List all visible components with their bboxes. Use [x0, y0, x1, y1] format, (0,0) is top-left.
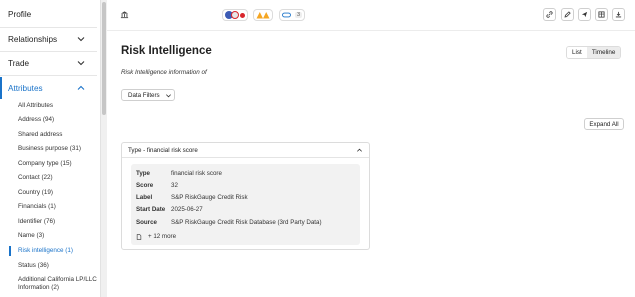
risk-card: Type - financial risk score Type financi…	[121, 142, 370, 250]
warnings-badge[interactable]	[253, 9, 273, 21]
sidebar-section-attributes[interactable]: Attributes	[0, 77, 97, 99]
risk-card-header[interactable]: Type - financial risk score	[122, 143, 369, 158]
page-title: Risk Intelligence	[121, 45, 212, 57]
detail-key: Label	[136, 194, 153, 201]
attribute-item-risk-intelligence[interactable]: Risk intelligence (1)	[18, 247, 98, 255]
show-more-label: + 12 more	[148, 233, 177, 240]
sidebar: Profile Relationships Trade Attributes A…	[0, 0, 97, 297]
detail-value: 2025-06-27	[171, 206, 203, 213]
links-count: 3	[294, 12, 303, 18]
country-flags-badge[interactable]	[222, 9, 248, 21]
sidebar-section-profile[interactable]: Profile	[0, 3, 97, 25]
detail-row: Score 32	[136, 182, 178, 189]
scrollbar-thumb[interactable]	[102, 2, 106, 115]
spreadsheet-icon	[598, 11, 605, 18]
attribute-item-identifier[interactable]: Identifier (76)	[18, 218, 98, 226]
divider	[107, 30, 635, 31]
attribute-item-status[interactable]: Status (36)	[18, 262, 98, 270]
download-button[interactable]	[612, 8, 625, 21]
attribute-item-name[interactable]: Name (3)	[18, 232, 98, 240]
attribute-item-company-type[interactable]: Company type (15)	[18, 160, 98, 168]
sidebar-section-relationships[interactable]: Relationships	[0, 28, 97, 50]
attribute-item-label: Additional California LP/LLC	[18, 276, 97, 283]
detail-value: S&P RiskGauge Credit Risk Database (3rd …	[171, 219, 322, 226]
sidebar-section-trade[interactable]: Trade	[0, 52, 97, 74]
edit-button[interactable]	[561, 8, 574, 21]
chevron-down-icon	[77, 61, 85, 66]
attribute-item-shared-address[interactable]: Shared address	[18, 131, 98, 139]
chevron-up-icon	[357, 148, 362, 152]
warning-triangles-icon	[256, 12, 270, 19]
chevron-down-icon	[77, 37, 85, 42]
detail-key: Type	[136, 170, 150, 177]
export-button[interactable]	[595, 8, 608, 21]
attribute-item-country[interactable]: Country (19)	[18, 189, 98, 197]
detail-row: Source S&P RiskGauge Credit Risk Databas…	[136, 219, 322, 226]
timeline-view-tab[interactable]: Timeline	[586, 47, 621, 58]
attribute-item-contact[interactable]: Contact (22)	[18, 174, 98, 182]
attribute-item-financials[interactable]: Financials (1)	[18, 203, 98, 211]
institution-icon[interactable]	[120, 10, 129, 19]
detail-key: Score	[136, 182, 154, 189]
attribute-item-address[interactable]: Address (94)	[18, 116, 98, 124]
flag-dot-icon	[240, 12, 245, 18]
attribute-item-all[interactable]: All Attributes	[18, 102, 98, 110]
chevron-down-icon	[165, 93, 171, 97]
divider	[0, 75, 97, 76]
attribute-item-business-purpose[interactable]: Business purpose (31)	[18, 145, 98, 153]
detail-row: Start Date 2025-06-27	[136, 206, 203, 213]
sidebar-section-label: Trade	[8, 58, 30, 68]
show-more-button[interactable]: + 12 more	[136, 233, 176, 240]
detail-value: financial risk score	[171, 170, 222, 177]
data-filters-button[interactable]: Data Filters	[121, 89, 175, 101]
links-badge[interactable]: 3	[279, 9, 305, 21]
detail-row: Label S&P RiskGauge Credit Risk	[136, 194, 248, 201]
sidebar-section-label: Profile	[8, 9, 32, 19]
list-view-tab[interactable]: List	[567, 47, 587, 58]
attribute-item-label: Information (2)	[18, 284, 59, 291]
detail-value: S&P RiskGauge Credit Risk	[171, 194, 248, 201]
risk-card-details: Type financial risk score Score 32 Label…	[131, 164, 360, 245]
detail-row: Type financial risk score	[136, 170, 222, 177]
document-icon	[136, 233, 142, 240]
attribute-item-additional-california[interactable]: Additional California LP/LLC Information…	[18, 276, 98, 292]
share-button[interactable]	[578, 8, 591, 21]
flag-icon	[231, 11, 239, 19]
download-icon	[615, 11, 622, 18]
sidebar-section-label: Attributes	[8, 83, 43, 93]
data-filters-label: Data Filters	[128, 91, 160, 99]
sidebar-section-label: Relationships	[8, 34, 58, 44]
share-icon	[581, 11, 588, 18]
risk-card-title: Type - financial risk score	[128, 146, 198, 154]
detail-value: 32	[171, 182, 178, 189]
sidebar-scrollbar[interactable]	[100, 0, 107, 297]
copy-link-button[interactable]	[543, 8, 556, 21]
link-icon	[546, 11, 553, 18]
expand-all-button[interactable]: Expand All	[584, 118, 624, 130]
selected-indicator	[9, 246, 11, 256]
link-icon	[282, 12, 291, 18]
detail-key: Start Date	[136, 206, 166, 213]
chevron-up-icon	[77, 85, 85, 90]
view-toggle: List Timeline	[566, 46, 622, 59]
detail-key: Source	[136, 219, 157, 226]
pencil-icon	[564, 11, 571, 18]
page-subtitle: Risk Intelligence information of	[121, 69, 207, 76]
